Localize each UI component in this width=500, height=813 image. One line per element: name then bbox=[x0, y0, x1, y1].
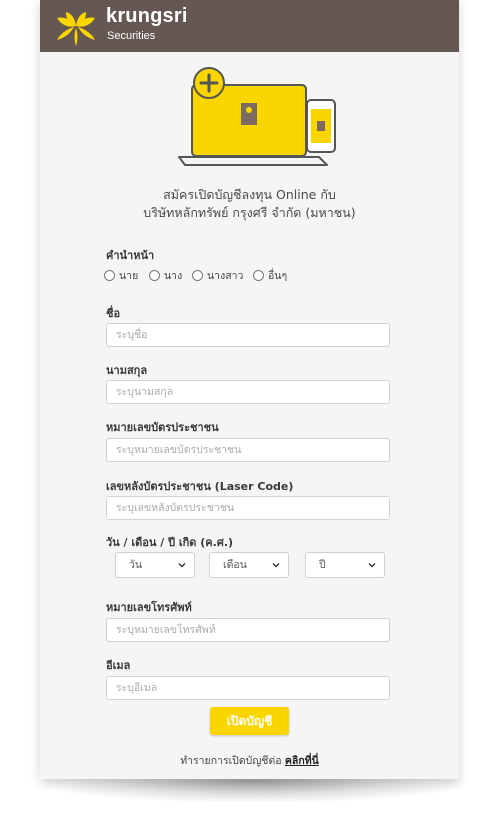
last-name-input[interactable]: ระบุนามสกุล bbox=[106, 380, 390, 404]
radio-option-mr[interactable]: นาย bbox=[104, 267, 138, 284]
first-name-input[interactable]: ระบุชื่อ bbox=[106, 323, 390, 347]
chevron-down-icon bbox=[178, 563, 186, 568]
radio-circle-icon[interactable] bbox=[104, 269, 115, 281]
laptop-phone-add-illustration bbox=[178, 67, 336, 166]
day-select[interactable]: วัน bbox=[115, 552, 195, 578]
last-name-label: นามสกุล bbox=[106, 364, 148, 377]
radio-option-miss[interactable]: นางสาว bbox=[192, 267, 243, 284]
phone-label: หมายเลขโทรศัพท์ bbox=[106, 601, 192, 614]
prefix-label: คำนำหน้า bbox=[106, 249, 155, 262]
radio-option-mrs[interactable]: นาง bbox=[149, 267, 182, 284]
month-select[interactable]: เดือน bbox=[209, 552, 289, 578]
header-bar: krungsri Securities bbox=[40, 0, 459, 52]
signup-card: krungsri Securities สมัครเปิดบัญชีลงทุน … bbox=[40, 0, 459, 779]
id-card-label: หมายเลขบัตรประชาชน bbox=[106, 421, 219, 434]
radio-circle-icon[interactable] bbox=[149, 269, 160, 281]
footer-continue: ทำรายการเปิดบัญชีต่อ คลิกที่นี่ bbox=[40, 752, 459, 769]
footer-text: ทำรายการเปิดบัญชีต่อ bbox=[180, 755, 282, 767]
radio-circle-icon[interactable] bbox=[253, 269, 264, 281]
headline-line-2: บริษัทหลักทรัพย์ กรุงศรี จำกัด (มหาชน) bbox=[143, 205, 356, 220]
brand-subtitle: Securities bbox=[107, 30, 156, 42]
year-select[interactable]: ปี bbox=[305, 552, 385, 578]
headline-line-1: สมัครเปิดบัญชีลงทุน Online กับ bbox=[163, 187, 336, 202]
laser-code-label: เลขหลังบัตรประชาชน (Laser Code) bbox=[106, 480, 294, 493]
phone-input[interactable]: ระบุหมายเลขโทรศัพท์ bbox=[106, 618, 390, 642]
chevron-down-icon bbox=[368, 563, 376, 568]
krungsri-logo-icon bbox=[57, 12, 95, 46]
chevron-down-icon bbox=[272, 563, 280, 568]
email-input[interactable]: ระบุอีเมล bbox=[106, 676, 390, 700]
id-card-input[interactable]: ระบุหมายเลขบัตรประชาชน bbox=[106, 438, 390, 462]
brand-name: krungsri bbox=[106, 5, 188, 27]
open-account-button[interactable]: เปิดบัญชี bbox=[210, 707, 289, 735]
radio-option-other[interactable]: อื่นๆ bbox=[253, 267, 287, 284]
email-label: อีเมล bbox=[106, 659, 131, 672]
first-name-label: ชื่อ bbox=[106, 307, 121, 320]
laser-code-input[interactable]: ระบุเลขหลังบัตรประชาชน bbox=[106, 496, 390, 520]
click-here-link[interactable]: คลิกที่นี่ bbox=[285, 755, 319, 767]
radio-circle-icon[interactable] bbox=[192, 269, 203, 281]
birth-date-label: วัน / เดือน / ปี เกิด (ค.ศ.) bbox=[106, 536, 234, 549]
